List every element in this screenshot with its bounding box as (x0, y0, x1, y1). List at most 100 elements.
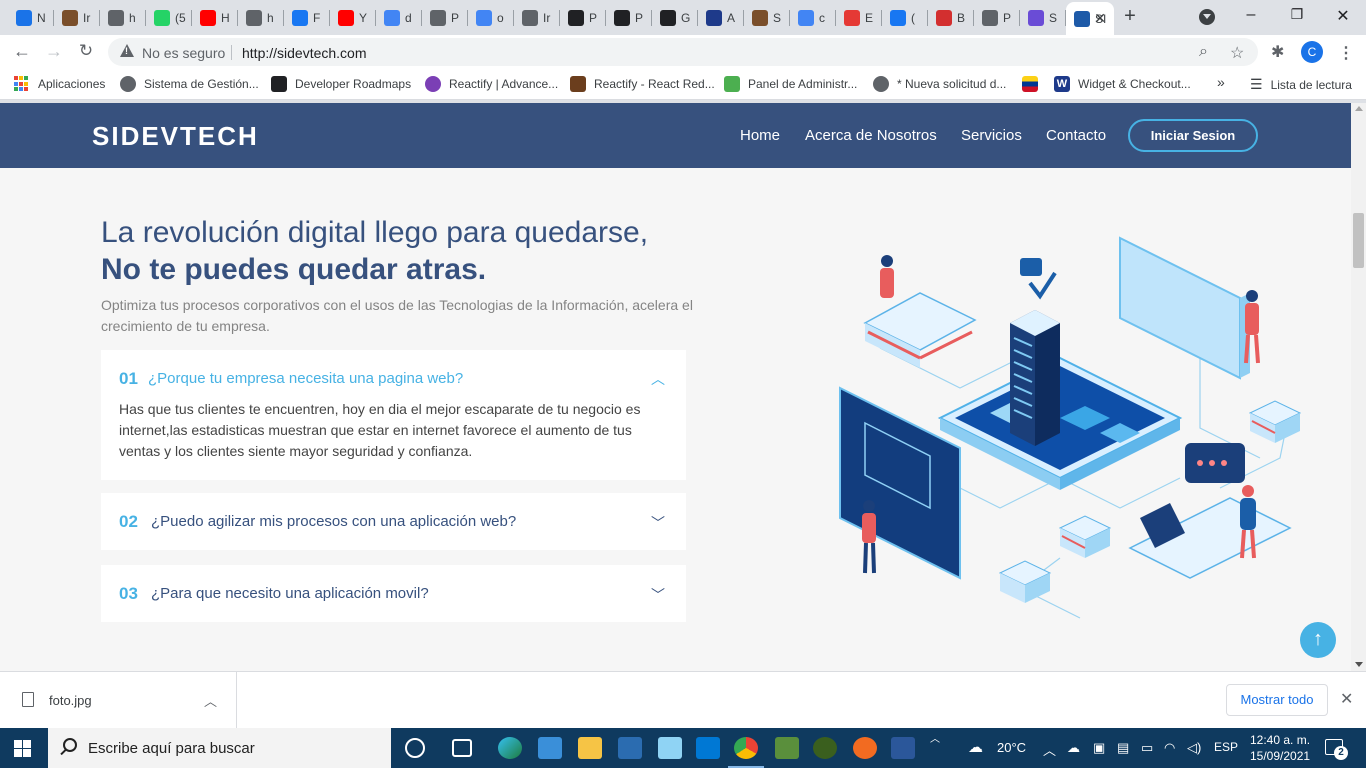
nav-about[interactable]: Acerca de Nosotros (805, 127, 937, 144)
browser-tab[interactable]: N (8, 4, 54, 31)
nav-services[interactable]: Servicios (961, 127, 1022, 144)
page-scrollbar[interactable] (1351, 103, 1366, 671)
bookmark-item[interactable]: Panel de Administr... (724, 76, 857, 92)
browser-tab[interactable]: (5 (146, 4, 192, 31)
browser-tab[interactable]: d (376, 4, 422, 31)
bookmark-item[interactable] (1022, 76, 1046, 92)
bookmark-item[interactable]: Reactify - React Red... (570, 76, 715, 92)
cortana-icon[interactable] (405, 738, 425, 758)
word-icon[interactable] (891, 737, 915, 759)
scrollbar-thumb[interactable] (1353, 213, 1364, 268)
faq-question[interactable]: ¿Porque tu empresa necesita una pagina w… (148, 370, 463, 387)
browser-tab[interactable]: E (836, 4, 882, 31)
language-indicator[interactable]: ESP (1214, 740, 1238, 754)
tray-chevron-icon[interactable]: ︿ (1043, 740, 1056, 759)
scroll-down-icon[interactable] (1355, 662, 1363, 667)
forward-button[interactable]: → (43, 41, 65, 62)
chevron-down-icon[interactable]: ﹀ (651, 585, 665, 605)
file-explorer-icon[interactable] (578, 737, 602, 759)
heidisql-icon[interactable] (813, 737, 837, 759)
menu-icon[interactable]: ⋮ (1338, 43, 1354, 63)
bookmarks-overflow[interactable]: » (1217, 74, 1225, 90)
nav-contact[interactable]: Contacto (1046, 127, 1106, 144)
extensions-icon[interactable]: ✱ (1271, 42, 1284, 62)
weather-icon[interactable]: ☁ (968, 738, 983, 756)
reading-list[interactable]: ☰ Lista de lectura (1250, 76, 1352, 93)
app-icon[interactable] (775, 737, 799, 759)
browser-tab[interactable]: o (468, 4, 514, 31)
faq-item-2[interactable]: 02 ¿Puedo agilizar mis procesos con una … (101, 493, 686, 550)
browser-tab[interactable]: h (100, 4, 146, 31)
chrome-icon[interactable] (734, 737, 758, 759)
weather-temp[interactable]: 20°C (997, 740, 1026, 755)
faq-item-1[interactable]: 01 ¿Porque tu empresa necesita una pagin… (101, 350, 686, 480)
minimize-icon[interactable]: – (1241, 6, 1261, 24)
close-download-bar-icon[interactable]: ✕ (1340, 689, 1353, 709)
battery-icon[interactable]: ▭ (1141, 740, 1153, 756)
scroll-to-top-button[interactable]: ↑ (1300, 622, 1336, 658)
bookmark-item[interactable]: Reactify | Advance... (425, 76, 558, 92)
faq-item-3[interactable]: 03 ¿Para que necesito una aplicación mov… (101, 565, 686, 622)
browser-tab[interactable]: G (652, 4, 698, 31)
maximize-icon[interactable]: ❐ (1287, 6, 1307, 23)
tab-search-icon[interactable] (1199, 9, 1215, 25)
faq-question[interactable]: ¿Puedo agilizar mis procesos con una apl… (151, 513, 516, 530)
browser-tab[interactable]: P (974, 4, 1020, 31)
browser-tab[interactable]: S (1020, 4, 1066, 31)
browser-tab[interactable]: ( (882, 4, 928, 31)
browser-tab[interactable]: H (192, 4, 238, 31)
profile-avatar[interactable]: C (1301, 41, 1323, 63)
chevron-up-icon[interactable]: ︿ (651, 369, 665, 389)
bookmark-item[interactable]: Sistema de Gestión... (120, 76, 259, 92)
onedrive-icon[interactable]: ☁ (1067, 740, 1080, 756)
volume-icon[interactable]: ◁) (1187, 740, 1201, 756)
address-bar[interactable]: No es seguro http://sidevtech.com ⌕ ☆ (108, 38, 1258, 66)
postman-icon[interactable] (853, 737, 877, 759)
new-tab-button[interactable]: + (1120, 5, 1140, 28)
bookmark-item[interactable]: Developer Roadmaps (271, 76, 411, 92)
taskbar-search[interactable]: Escribe aquí para buscar (48, 728, 391, 768)
zoom-icon[interactable]: ⌕ (1199, 43, 1208, 61)
browser-tab[interactable]: Y (330, 4, 376, 31)
bookmark-apps[interactable]: Aplicaciones (14, 76, 105, 92)
browser-tab[interactable]: Ir (54, 4, 100, 31)
wifi-icon[interactable]: ◠ (1164, 740, 1175, 756)
download-item[interactable]: foto.jpg ︿ (0, 672, 237, 729)
browser-tab[interactable]: P (422, 4, 468, 31)
browser-tab-active[interactable]: SI ✕ (1066, 2, 1114, 35)
bookmark-item[interactable]: W Widget & Checkout... (1054, 76, 1191, 92)
bookmark-star-icon[interactable]: ☆ (1230, 43, 1244, 63)
vscode-icon[interactable] (696, 737, 720, 759)
store-icon[interactable] (618, 737, 642, 759)
window-close-icon[interactable]: ✕ (1333, 6, 1353, 26)
browser-tab[interactable]: S (744, 4, 790, 31)
browser-tab[interactable]: F (284, 4, 330, 31)
tray-app-icon[interactable]: ▤ (1117, 740, 1129, 756)
login-button[interactable]: Iniciar Sesion (1128, 119, 1258, 152)
browser-tab[interactable]: P (606, 4, 652, 31)
scroll-up-icon[interactable] (1355, 106, 1363, 111)
browser-tab[interactable]: h (238, 4, 284, 31)
browser-tab[interactable]: c (790, 4, 836, 31)
overflow-up-icon[interactable]: ︿ (930, 730, 940, 745)
browser-tab[interactable]: B (928, 4, 974, 31)
faq-question[interactable]: ¿Para que necesito una aplicación movil? (151, 585, 429, 602)
download-filename[interactable]: foto.jpg (49, 693, 92, 708)
tray-app-icon[interactable]: ▣ (1093, 740, 1105, 756)
edge-icon[interactable] (498, 737, 522, 759)
windows-start-icon[interactable] (14, 740, 31, 757)
site-logo[interactable]: SIDEVTECH (92, 121, 259, 152)
system-clock[interactable]: 12:40 a. m. 15/09/2021 (1250, 732, 1310, 764)
chevron-up-icon[interactable]: ︿ (204, 691, 217, 710)
browser-tab[interactable]: A (698, 4, 744, 31)
chevron-down-icon[interactable]: ﹀ (651, 513, 665, 533)
bookmark-item[interactable]: * Nueva solicitud d... (873, 76, 1006, 92)
url-text[interactable]: http://sidevtech.com (242, 45, 367, 61)
nav-home[interactable]: Home (740, 127, 780, 144)
browser-tab[interactable]: Ir (514, 4, 560, 31)
mail-icon[interactable] (538, 737, 562, 759)
reload-button[interactable]: ↻ (75, 41, 97, 61)
browser-tab[interactable]: P (560, 4, 606, 31)
show-all-button[interactable]: Mostrar todo (1226, 684, 1328, 716)
close-tab-icon[interactable]: ✕ (1094, 10, 1106, 27)
